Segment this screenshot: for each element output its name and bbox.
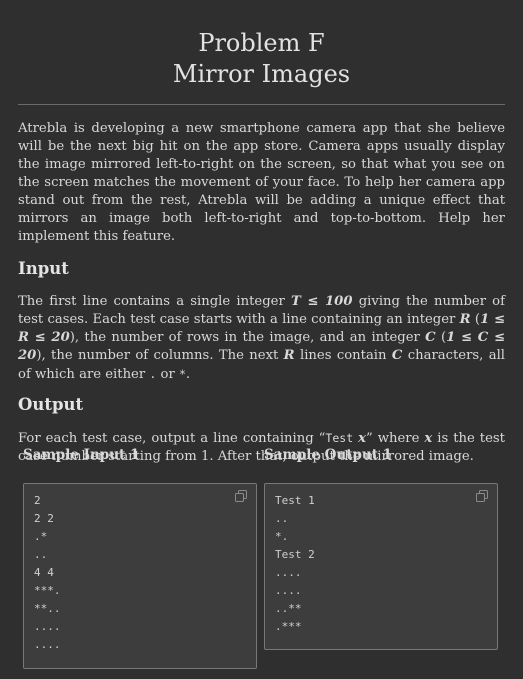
- problem-letter: Problem F: [198, 29, 325, 57]
- sample-output-line: Test 2: [275, 548, 315, 561]
- sample-input-lines: 2 2 2 .* .. 4 4 ***. **.. .... ....: [34, 492, 246, 654]
- sample-output-line: *.: [275, 530, 289, 543]
- sample-input-line: **..: [34, 602, 61, 615]
- problem-statement: Atrebla is developing a new smartphone c…: [18, 121, 505, 244]
- sample-output-lines: Test 1 .. *. Test 2 .... .... ..** .***: [275, 492, 487, 636]
- sample-output-line: ....: [275, 566, 302, 579]
- copy-icon[interactable]: [234, 488, 248, 502]
- title-divider: [18, 104, 505, 105]
- sample-output-line: ..**: [275, 602, 302, 615]
- sample-output: Sample Output 1 Test 1 .. *. Test 2 ....…: [264, 446, 498, 650]
- problem-title: Problem F Mirror Images: [18, 0, 505, 90]
- sample-input-line: 2: [34, 494, 41, 507]
- sample-input-line: 2 2: [34, 512, 54, 525]
- sample-input-line: ....: [34, 620, 61, 633]
- problem-page: Problem F Mirror Images Atrebla is devel…: [0, 0, 523, 679]
- sample-output-line: ....: [275, 584, 302, 597]
- sample-input-line: 4 4: [34, 566, 54, 579]
- sample-input: Sample Input 1 2 2 2 .* .. 4 4 ***. **..: [23, 446, 257, 669]
- sample-output-line: ..: [275, 512, 289, 525]
- input-heading: Input: [18, 259, 69, 278]
- sample-input-line: .*: [34, 530, 48, 543]
- sample-input-line: ***.: [34, 584, 61, 597]
- sample-output-line: .***: [275, 620, 302, 633]
- sample-input-label: Sample Input 1: [23, 447, 140, 463]
- sample-input-box[interactable]: 2 2 2 .* .. 4 4 ***. **.. .... ....: [23, 483, 257, 669]
- input-description: The first line contains a single integer…: [18, 294, 506, 382]
- sample-output-line: Test 1: [275, 494, 315, 507]
- problem-name: Mirror Images: [172, 60, 351, 88]
- output-heading: Output: [18, 395, 84, 414]
- sample-output-box[interactable]: Test 1 .. *. Test 2 .... .... ..** .***: [264, 483, 498, 650]
- copy-icon[interactable]: [475, 488, 489, 502]
- sample-input-line: ..: [34, 548, 48, 561]
- sample-output-label: Sample Output 1: [264, 447, 393, 463]
- sample-input-line: ....: [34, 638, 61, 651]
